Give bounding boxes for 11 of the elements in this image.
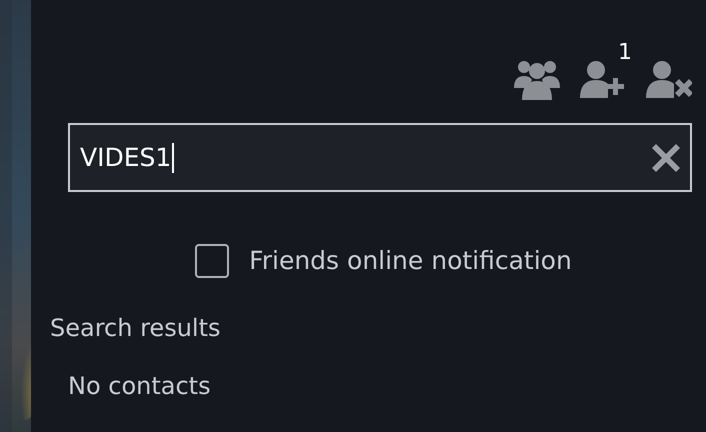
clear-icon[interactable] xyxy=(652,144,680,172)
notification-count: 1 xyxy=(618,42,632,64)
checkbox[interactable] xyxy=(195,244,230,278)
section-title: Search results xyxy=(50,312,222,344)
search-field[interactable]: VIDES1 xyxy=(68,123,692,192)
search-text: VIDES1 xyxy=(80,142,174,172)
empty-message: No contacts xyxy=(68,370,212,402)
remove-user-icon[interactable] xyxy=(646,58,692,100)
add-user-icon[interactable] xyxy=(580,58,626,100)
group-icon[interactable] xyxy=(514,58,560,100)
checkbox-label: Friends online notification xyxy=(249,245,572,277)
